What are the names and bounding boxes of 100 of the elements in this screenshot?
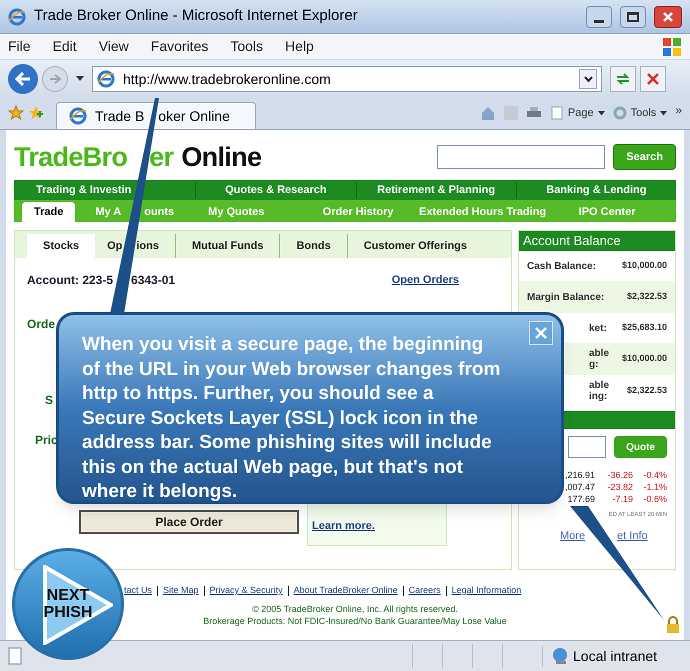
- forward-arrow-icon: [49, 74, 61, 84]
- nav-link[interactable]: Banking & Lending: [546, 182, 646, 198]
- index-value: ,007.47: [564, 481, 595, 493]
- footer-link[interactable]: Site Map: [163, 584, 199, 598]
- sub-tab[interactable]: Op ions: [95, 234, 175, 258]
- market-info-link[interactable]: More: [560, 528, 586, 544]
- maximize-icon: [627, 12, 639, 22]
- footer-link[interactable]: Privacy & Security: [210, 584, 283, 598]
- tools-menu-button[interactable]: Tools: [612, 104, 668, 122]
- site-logo: Online: [181, 140, 262, 174]
- caret-icon[interactable]: [76, 76, 84, 82]
- refresh-button[interactable]: [610, 66, 636, 92]
- index-percent: -0.4%: [642, 469, 667, 481]
- index-percent: -1.1%: [642, 481, 667, 493]
- sub-tab[interactable]: Bonds: [279, 234, 347, 258]
- callout-text: When you visit a secure page, the beginning of the URL in your Web browser changes from http to https. Further, you should see a Secure Sockets Layer (SSL) lock icon in the address bar. Some phishing sites will include this on the actual Web page, but that's not where it belongs.: [82, 333, 502, 504]
- search-field[interactable]: [437, 145, 606, 169]
- stop-icon: [647, 73, 659, 85]
- order-form-label: Pric: [35, 433, 58, 447]
- print-icon[interactable]: [526, 106, 542, 120]
- index-change: -36.26: [606, 469, 633, 481]
- minimize-button[interactable]: [586, 6, 612, 28]
- globe-icon: [551, 647, 569, 665]
- menu-item[interactable]: Edit: [52, 36, 77, 57]
- close-icon: [535, 327, 547, 339]
- play-icon: [43, 565, 113, 645]
- caret-icon: [660, 110, 668, 116]
- page-icon: [550, 106, 564, 120]
- account-number: Account: 223-5: [27, 272, 114, 289]
- account-number: 6343-01: [131, 272, 176, 289]
- windows-logo-icon: [662, 36, 682, 56]
- close-icon: [662, 10, 674, 22]
- balance-value: $25,683.10: [622, 321, 667, 334]
- minimize-icon: [594, 20, 604, 22]
- refresh-icon: [615, 72, 631, 86]
- nav-link[interactable]: Trading & Investin: [36, 182, 132, 198]
- maximize-button[interactable]: [620, 6, 646, 28]
- balance-label: Cash Balance:: [527, 260, 596, 272]
- balance-label: g:: [589, 359, 600, 370]
- zone-label: Local intranet: [573, 646, 658, 666]
- market-info-link[interactable]: et Info: [617, 528, 648, 544]
- sub-tab[interactable]: Customer Offerings: [346, 234, 484, 258]
- browser-icon: [97, 70, 115, 88]
- lock-icon: [666, 616, 680, 634]
- footer-link[interactable]: tact Us: [124, 584, 152, 598]
- index-change: -23.82: [606, 481, 633, 493]
- sub-tab[interactable]: Mutual Funds: [174, 234, 280, 258]
- nav-link[interactable]: Quotes & Research: [225, 182, 327, 198]
- balance-label: ing:: [589, 391, 608, 402]
- open-orders-link[interactable]: Open Orders: [392, 272, 459, 288]
- order-form-label: Orde: [27, 317, 56, 331]
- overflow-chevron[interactable]: »: [675, 101, 682, 119]
- site-logo: er: [149, 140, 174, 174]
- footer-link[interactable]: About TradeBroker Online: [294, 584, 398, 598]
- home-icon[interactable]: [480, 105, 496, 121]
- panel-header: Account Balance: [519, 231, 675, 251]
- disclaimer-text: Brokerage Products: Not FDIC-Insured/No Bank Guarantee/May Lose Value: [203, 614, 507, 626]
- place-order-button[interactable]: Place Order: [79, 510, 299, 534]
- footer-link[interactable]: Legal Information: [452, 584, 522, 598]
- index-value: 177.69: [567, 493, 595, 505]
- index-change: -7.19: [611, 493, 633, 505]
- nav-link[interactable]: Retirement & Planning: [377, 182, 496, 198]
- gear-icon: [612, 106, 627, 120]
- window-title: Trade Broker Online - Microsoft Internet Explorer: [34, 6, 359, 26]
- balance-value: $10,000.00: [622, 352, 667, 366]
- site-logo: TradeBro: [14, 140, 128, 174]
- nav-tab[interactable]: Trade: [22, 202, 76, 222]
- menu-item[interactable]: Tools: [230, 36, 264, 57]
- stop-button[interactable]: [640, 66, 666, 92]
- browser-tab[interactable]: Trade B oker Online: [56, 102, 256, 129]
- menu-item[interactable]: Help: [285, 36, 314, 57]
- order-form-label: S: [45, 393, 54, 407]
- browser-icon: [69, 107, 87, 125]
- balance-label: ket:: [589, 322, 607, 334]
- back-arrow-icon: [15, 72, 31, 86]
- page-menu-button[interactable]: Page: [550, 104, 605, 122]
- sub-tab[interactable]: Stocks: [27, 234, 96, 258]
- browser-icon: [8, 8, 26, 26]
- star-icon[interactable]: [8, 105, 24, 121]
- caret-icon: [598, 110, 605, 116]
- copyright-text: © 2005 TradeBroker Online, Inc. All rights reserved.: [252, 602, 458, 614]
- address-field[interactable]: http://www.tradebrokeronline.com: [92, 66, 602, 92]
- balance-label: able: [589, 348, 610, 359]
- menu-item[interactable]: File: [8, 36, 31, 57]
- add-favorite-icon[interactable]: [28, 105, 44, 121]
- index-percent: -0.6%: [642, 493, 667, 505]
- dropdown-button[interactable]: [579, 69, 597, 89]
- menu-item[interactable]: View: [98, 36, 129, 57]
- page-icon: [8, 647, 24, 665]
- balance-label: Margin Balance:: [527, 292, 604, 302]
- back-button[interactable]: [8, 64, 38, 94]
- forward-button[interactable]: [42, 66, 68, 92]
- balance-value: $2,322.53: [626, 290, 667, 304]
- balance-value: $10,000.00: [622, 259, 667, 272]
- close-button[interactable]: [654, 6, 682, 28]
- learn-more-link[interactable]: Learn more.: [312, 520, 375, 532]
- footer-link[interactable]: Careers: [408, 584, 441, 598]
- quote-field[interactable]: [568, 436, 606, 458]
- balance-label: able: [589, 380, 610, 391]
- menu-item[interactable]: Favorites: [150, 36, 208, 57]
